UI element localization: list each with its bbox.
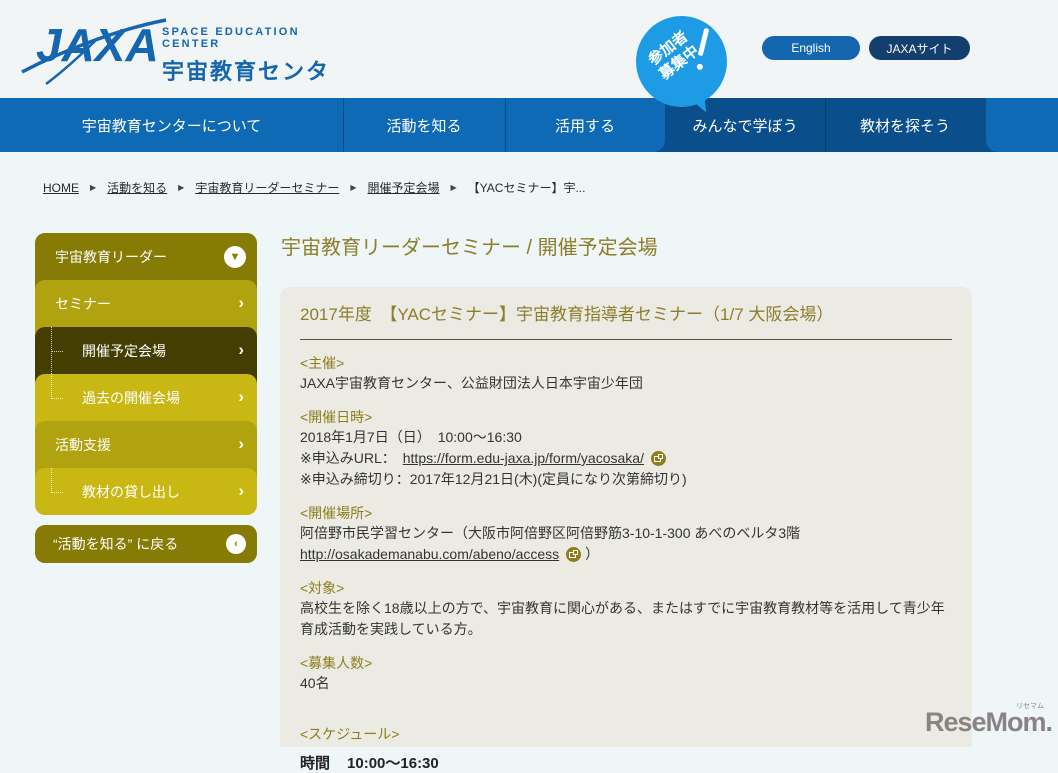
breadcrumb-planned-venues[interactable]: 開催予定会場 <box>368 179 440 196</box>
schedule-time-row: 時間 10:00～16:30 <box>300 752 952 773</box>
venue-url-line: http://osakademanabu.com/abeno/access ） <box>300 544 952 565</box>
section-datetime: <開催日時> 2018年1月7日（日） 10:00～16:30 ※申込みURL：… <box>300 407 952 490</box>
breadcrumb-arrow-icon: ▶ <box>350 183 357 192</box>
seminar-card-title: 2017年度 【YACセミナー】宇宙教育指導者セミナー（1/7 大阪会場） <box>300 305 834 324</box>
venue-url-link[interactable]: http://osakademanabu.com/abeno/access <box>300 546 559 562</box>
application-url-link[interactable]: https://form.edu-jaxa.jp/form/yacosaka/ <box>403 450 644 466</box>
breadcrumb-arrow-icon: ▶ <box>178 183 185 192</box>
breadcrumb: HOME ▶ 活動を知る ▶ 宇宙教育リーダーセミナー ▶ 開催予定会場 ▶ 【… <box>43 179 585 196</box>
nav-highlight-right <box>986 98 1058 152</box>
schedule-time-label: 時間 <box>300 755 331 772</box>
application-deadline: ※申込み締切り：2017年12月21日(木)(定員になり次第締切り) <box>300 471 687 487</box>
venue-address: 阿倍野市民学習センター（大阪市阿倍野区阿倍野筋3-10-1-300 あべのベルタ… <box>300 525 801 541</box>
nav-item-about[interactable]: 宇宙教育センターについて <box>0 98 343 152</box>
organizer-text: JAXA宇宙教育センター、公益財団法人日本宇宙少年団 <box>300 375 643 391</box>
nav-item-know-activities[interactable]: 活動を知る <box>343 98 505 152</box>
chevron-right-icon: › <box>238 433 244 453</box>
section-target: <対象> 高校生を除く18歳以上の方で、宇宙教育に関心がある、またはすでに宇宙教… <box>300 578 952 640</box>
target-text: 高校生を除く18歳以上の方で、宇宙教育に関心がある、またはすでに宇宙教育教材等を… <box>300 600 945 637</box>
chevron-right-icon: › <box>238 339 244 359</box>
badge-text: 参加者 募集中 <box>645 27 703 84</box>
nav-item-find-materials[interactable]: 教材を探そう <box>825 98 985 152</box>
seminar-detail-card: 2017年度 【YACセミナー】宇宙教育指導者セミナー（1/7 大阪会場） <主… <box>280 287 972 772</box>
sidebar-item-planned-venues-active[interactable]: 開催予定会場 › <box>35 327 257 374</box>
section-organizer: <主催> JAXA宇宙教育センター、公益財団法人日本宇宙少年団 <box>300 353 952 394</box>
chevron-left-icon: ‹ <box>226 534 246 554</box>
chevron-down-icon: ▼ <box>224 245 246 268</box>
tree-branch-icon <box>51 468 63 493</box>
nav-divider <box>343 98 344 152</box>
section-schedule: <スケジュール> 時間 10:00～16:30 <box>300 724 952 773</box>
resemom-watermark: リセマム ReseMom. <box>924 703 1053 737</box>
target-label: <対象> <box>300 580 345 596</box>
nav-divider <box>505 98 506 152</box>
breadcrumb-know-activities[interactable]: 活動を知る <box>107 179 167 196</box>
back-to-know-activities-button[interactable]: “活動を知る” に戻る ‹ <box>35 525 257 563</box>
nav-divider <box>825 98 826 152</box>
breadcrumb-home[interactable]: HOME <box>43 181 79 195</box>
breadcrumb-leader-seminar[interactable]: 宇宙教育リーダーセミナー <box>195 179 339 196</box>
capacity-text: 40名 <box>300 675 330 691</box>
jaxa-logo[interactable]: JAXA SPACE EDUCATION CENTER 宇宙教育センター <box>21 12 334 116</box>
breadcrumb-arrow-icon: ▶ <box>450 183 457 192</box>
organizer-label: <主催> <box>300 355 345 371</box>
datetime-date: 2018年1月7日（日） 10:00～16:30 <box>300 429 522 445</box>
resemom-text: ReseMom. <box>924 707 1053 737</box>
sidebar-item-material-lending[interactable]: 教材の貸し出し › <box>35 468 257 515</box>
page-title: 宇宙教育リーダーセミナー / 開催予定会場 <box>281 237 658 259</box>
sidebar-item-past-venues[interactable]: 過去の開催会場 › <box>35 374 257 421</box>
venue-label: <開催場所> <box>300 505 373 521</box>
datetime-label: <開催日時> <box>300 409 373 425</box>
jaxa-site-button[interactable]: JAXAサイト <box>869 36 970 60</box>
recruiting-badge[interactable]: 参加者 募集中 <box>636 16 727 116</box>
external-link-icon[interactable] <box>650 451 666 466</box>
site-header: JAXA SPACE EDUCATION CENTER 宇宙教育センター Eng… <box>0 0 1058 116</box>
english-button[interactable]: English <box>762 36 860 60</box>
sidebar-item-activity-support[interactable]: 活動支援 › <box>35 421 257 468</box>
tree-branch-icon <box>51 374 63 399</box>
tree-branch-icon <box>51 327 64 374</box>
section-capacity: <募集人数> 40名 <box>300 653 952 694</box>
schedule-label: <スケジュール> <box>300 726 400 742</box>
resemom-ruby: リセマム <box>1016 703 1044 710</box>
section-venue: <開催場所> 阿倍野市民学習センター（大阪市阿倍野区阿倍野筋3-10-1-300… <box>300 503 952 565</box>
sidebar-item-space-education-leader[interactable]: 宇宙教育リーダー ▼ <box>35 233 257 280</box>
logo-jaxa-text: JAXA <box>36 19 159 71</box>
logo-tagline-en: SPACE EDUCATION CENTER <box>162 26 300 50</box>
sidebar: 宇宙教育リーダー ▼ セミナー › 開催予定会場 › 過去の開催会場 › 活動支… <box>35 233 257 563</box>
card-title-divider <box>300 339 952 340</box>
sidebar-item-seminar[interactable]: セミナー › <box>35 280 257 327</box>
venue-url-suffix: ） <box>585 546 600 562</box>
main-nav: 宇宙教育センターについて 活動を知る 活用する みんなで学ぼう 教材を探そう <box>0 98 1058 152</box>
schedule-time-value: 10:00～16:30 <box>347 755 439 772</box>
breadcrumb-arrow-icon: ▶ <box>90 183 97 192</box>
capacity-label: <募集人数> <box>300 655 373 671</box>
application-url-line: ※申込みURL： https://form.edu-jaxa.jp/form/y… <box>300 448 952 469</box>
application-url-prefix: ※申込みURL： <box>300 450 403 466</box>
chevron-right-icon: › <box>238 292 244 312</box>
nav-item-utilize[interactable]: 活用する <box>505 98 665 152</box>
chevron-right-icon: › <box>238 386 244 406</box>
external-link-icon[interactable] <box>566 547 582 562</box>
chevron-right-icon: › <box>238 480 244 500</box>
breadcrumb-current: 【YACセミナー】宇... <box>467 181 586 195</box>
